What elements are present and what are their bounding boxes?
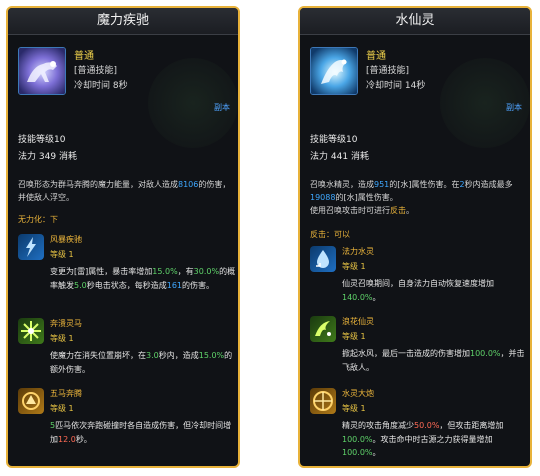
skill-card-magic-gallop: 魔力疾驰 普通 [普通技能] 冷却时间 8秒 副本 技能等级10 法力 349 … xyxy=(6,6,240,468)
cooldown-label: 冷却时间 xyxy=(366,81,403,91)
cooldown-label: 冷却时间 xyxy=(74,81,111,91)
wave-spirit-icon xyxy=(310,316,336,342)
skill-description: 召唤水精灵，造成951的[水]属性伤害。在2秒内造成最多19088的[水]属性伤… xyxy=(310,180,513,215)
spectral-horse-icon xyxy=(18,47,66,95)
water-cannon-icon xyxy=(310,388,336,414)
dungeon-tag: 副本 xyxy=(214,103,230,112)
mana-cost: 法力 349 消耗 xyxy=(18,152,77,162)
mana-cost: 法力 441 消耗 xyxy=(310,152,369,162)
horse-charge-icon xyxy=(18,388,44,414)
sub-skill-desc: 掀起水风，最后一击造成的伤害增加100.0%，并击飞敌人。 xyxy=(342,349,525,372)
cooldown-value: 8秒 xyxy=(112,81,128,91)
dungeon-tag: 副本 xyxy=(506,103,522,112)
quality-label: 普通 xyxy=(366,51,386,62)
sub-skill-3: 五马奔腾 等级 1 5匹马依次奔跑碰撞时各自造成伤害，但冷却时间增加12.0秒。 xyxy=(18,388,236,458)
sub-skill-desc: 变更为[雷]属性，暴击率增加15.0%，有30.0%的概率触发5.0秒电击状态，… xyxy=(50,267,236,290)
sub-skill-2: 奔溃灵马 等级 1 使魔力在消失位置崩坏，在3.0秒内，造成15.0%的额外伤害… xyxy=(18,318,236,388)
skill-level: 技能等级10 xyxy=(18,135,66,145)
sub-skill-2: 浪花仙灵 等级 1 掀起水风，最后一击造成的伤害增加100.0%，并击飞敌人。 xyxy=(310,316,528,386)
mana-water-icon xyxy=(310,246,336,272)
condition-text: 反击：可以 xyxy=(310,230,350,239)
sub-skill-desc: 使魔力在消失位置崩坏，在3.0秒内，造成15.0%的额外伤害。 xyxy=(50,351,233,374)
sub-skill-desc: 精灵的攻击角度减少50.0%，但攻击距离增加100.0%。攻击命中时古源之力获得… xyxy=(342,421,504,457)
skill-type-tag: [普通技能] xyxy=(74,66,118,76)
card-title: 魔力疾驰 xyxy=(8,8,238,35)
sub-skill-1: 风暴疾驰 等级 1 变更为[雷]属性，暴击率增加15.0%，有30.0%的概率触… xyxy=(18,234,236,304)
condition-text: 无力化：下 xyxy=(18,215,58,224)
skill-description: 召唤形态为群马奔腾的魔力能量，对敌人造成8106的伤害，并使敌人浮空。 xyxy=(18,180,231,202)
sub-skill-3: 水灵大炮 等级 1 精灵的攻击角度减少50.0%，但攻击距离增加100.0%。攻… xyxy=(310,388,528,458)
skill-card-water-spirit: 水仙灵 普通 [普通技能] 冷却时间 14秒 副本 技能等级10 法力 441 … xyxy=(298,6,532,468)
burst-spark-icon xyxy=(18,318,44,344)
storm-lightning-icon xyxy=(18,234,44,260)
water-spirit-icon xyxy=(310,47,358,95)
skill-type-tag: [普通技能] xyxy=(366,66,410,76)
sub-skill-desc: 仙灵召唤期间，自身法力自动恢复速度增加140.0%。 xyxy=(342,279,494,302)
sub-skill-desc: 5匹马依次奔跑碰撞时各自造成伤害，但冷却时间增加12.0秒。 xyxy=(50,421,232,444)
card-title: 水仙灵 xyxy=(300,8,530,35)
skill-level: 技能等级10 xyxy=(310,135,358,145)
sub-skill-1: 法力水灵 等级 1 仙灵召唤期间，自身法力自动恢复速度增加140.0%。 xyxy=(310,246,528,316)
quality-label: 普通 xyxy=(74,51,94,62)
cooldown: 冷却时间 8秒 xyxy=(74,79,128,94)
cooldown-value: 14秒 xyxy=(404,81,426,91)
cooldown: 冷却时间 14秒 xyxy=(366,79,425,94)
